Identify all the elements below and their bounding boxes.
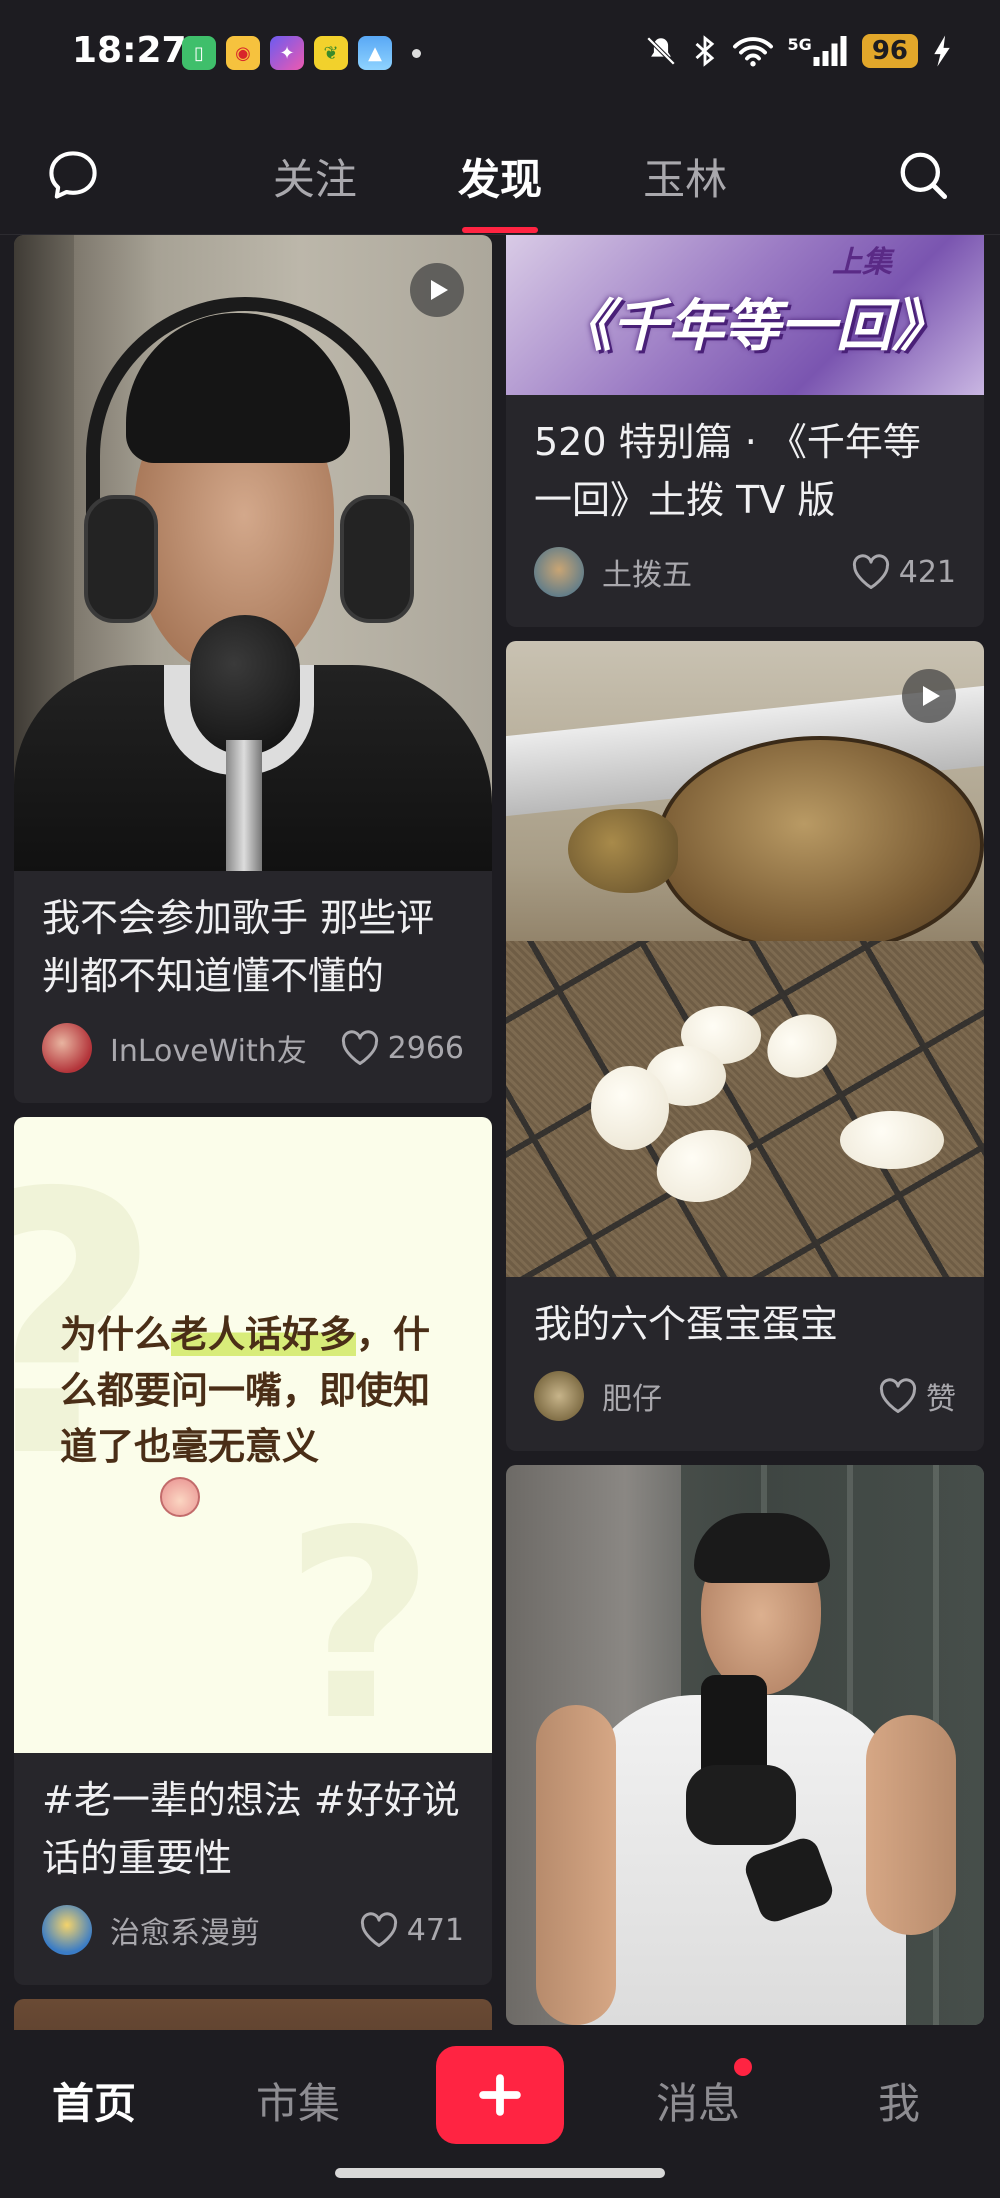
system-icons: 5G 96 (644, 34, 952, 68)
card-cover-image (506, 1465, 984, 2025)
nav-market[interactable]: 市集 (256, 2070, 340, 2131)
status-bar: 18:27 ▯ ◉ ✦ ❦ ▲ 5G 96 (0, 0, 1000, 110)
author-avatar[interactable] (534, 547, 584, 597)
battery-level: 96 (861, 34, 918, 68)
battery-saver-icon: ▯ (182, 36, 216, 70)
tab-following[interactable]: 关注 (273, 146, 357, 207)
nav-messages[interactable]: 消息 (656, 2070, 740, 2131)
banana-app-icon: ❦ (314, 36, 348, 70)
author-avatar[interactable] (42, 1023, 92, 1073)
home-indicator[interactable] (335, 2168, 665, 2178)
card-cover-image (14, 235, 492, 871)
more-notifications-dot (412, 48, 421, 58)
like-count: 赞 (926, 1382, 956, 1417)
quote-emoji-icon (160, 1477, 200, 1517)
video-play-icon (902, 669, 956, 723)
notification-icons: ▯ ◉ ✦ ❦ ▲ (182, 36, 421, 70)
heart-icon (360, 1912, 397, 1948)
card-title: 我的六个蛋宝蛋宝 (534, 1302, 839, 1346)
network-type: 5G (787, 34, 812, 54)
like-count: 471 (406, 1912, 464, 1948)
mute-icon (646, 36, 675, 66)
card-cover-image (14, 1999, 492, 2030)
star-app-icon: ✦ (270, 36, 304, 70)
status-time: 18:27 (72, 30, 187, 71)
messages-badge (734, 2058, 752, 2076)
feed-column-right: 上集 《千年等一回》 520 特别篇 · 《千年等一回》土拨 TV 版 土拨五 … (506, 235, 984, 2030)
episode-badge: 上集 (832, 245, 892, 280)
like-count: 421 (898, 554, 956, 590)
nav-me[interactable]: 我 (878, 2070, 920, 2131)
signal-icon (813, 36, 847, 66)
author-name[interactable]: InLoveWith友 (110, 1026, 340, 1070)
card-cover-image (506, 641, 984, 1277)
feed-card[interactable] (506, 1465, 984, 2025)
like-button[interactable]: 471 (359, 1912, 464, 1948)
plus-icon (479, 2074, 521, 2116)
bluetooth-icon (695, 35, 714, 67)
quote-text: 为什么老人话好多，什么都要问一嘴，即使知道了也毫无意义 (60, 1313, 430, 1468)
tab-discover[interactable]: 发现 (458, 146, 542, 233)
like-button[interactable]: 421 (851, 554, 956, 590)
card-title: 520 特别篇 · 《千年等一回》土拨 TV 版 (534, 420, 921, 522)
feed-card[interactable]: 我不会参加歌手 那些评判都不知道懂不懂的 InLoveWith友 2966 (14, 235, 492, 1103)
quote-highlight: 老人话好多 (171, 1313, 356, 1356)
feed-card[interactable]: ? ? 为什么老人话好多，什么都要问一嘴，即使知道了也毫无意义 #老一辈的想法 … (14, 1117, 492, 1985)
heart-icon (852, 554, 889, 590)
search-icon[interactable] (896, 148, 950, 202)
author-avatar[interactable] (534, 1371, 584, 1421)
publish-button[interactable] (436, 2046, 564, 2144)
nav-home[interactable]: 首页 (52, 2070, 136, 2131)
heart-icon (341, 1030, 378, 1066)
tab-local-yulin[interactable]: 玉林 (643, 146, 727, 207)
discover-feed: 我不会参加歌手 那些评判都不知道懂不懂的 InLoveWith友 2966 ? … (0, 235, 1000, 2030)
weibo-icon: ◉ (226, 36, 260, 70)
feed-card[interactable]: 上集 《千年等一回》 520 特别篇 · 《千年等一回》土拨 TV 版 土拨五 … (506, 235, 984, 627)
like-count: 2966 (387, 1030, 464, 1066)
card-meta: 肥仔 赞 (506, 1353, 984, 1451)
card-meta: 治愈系漫剪 471 (14, 1887, 492, 1985)
feed-card[interactable] (14, 1999, 492, 2030)
video-play-icon (410, 263, 464, 317)
feed-column-left: 我不会参加歌手 那些评判都不知道懂不懂的 InLoveWith友 2966 ? … (14, 235, 492, 2030)
author-avatar[interactable] (42, 1905, 92, 1955)
heart-icon (879, 1378, 917, 1414)
card-title: #老一辈的想法 #好好说话的重要性 (42, 1778, 460, 1880)
card-cover-image: 上集 《千年等一回》 (506, 235, 984, 395)
wifi-icon (732, 37, 773, 67)
author-name[interactable]: 土拨五 (602, 550, 851, 594)
like-button[interactable]: 2966 (340, 1030, 464, 1066)
like-button[interactable]: 赞 (878, 1374, 956, 1418)
cover-title-text: 《千年等一回》 (556, 294, 948, 359)
card-cover-image: ? ? 为什么老人话好多，什么都要问一嘴，即使知道了也毫无意义 (14, 1117, 492, 1753)
card-meta: InLoveWith友 2966 (14, 1005, 492, 1103)
charging-icon (934, 35, 950, 67)
author-name[interactable]: 肥仔 (602, 1374, 878, 1418)
author-name[interactable]: 治愈系漫剪 (110, 1908, 359, 1952)
card-meta: 土拨五 421 (506, 529, 984, 627)
top-nav: 关注 发现 玉林 (0, 110, 1000, 235)
card-title: 我不会参加歌手 那些评判都不知道懂不懂的 (42, 896, 435, 998)
gallery-icon: ▲ (358, 36, 392, 70)
feed-card[interactable]: 我的六个蛋宝蛋宝 肥仔 赞 (506, 641, 984, 1451)
feed-tabs: 关注 发现 玉林 (0, 146, 1000, 233)
